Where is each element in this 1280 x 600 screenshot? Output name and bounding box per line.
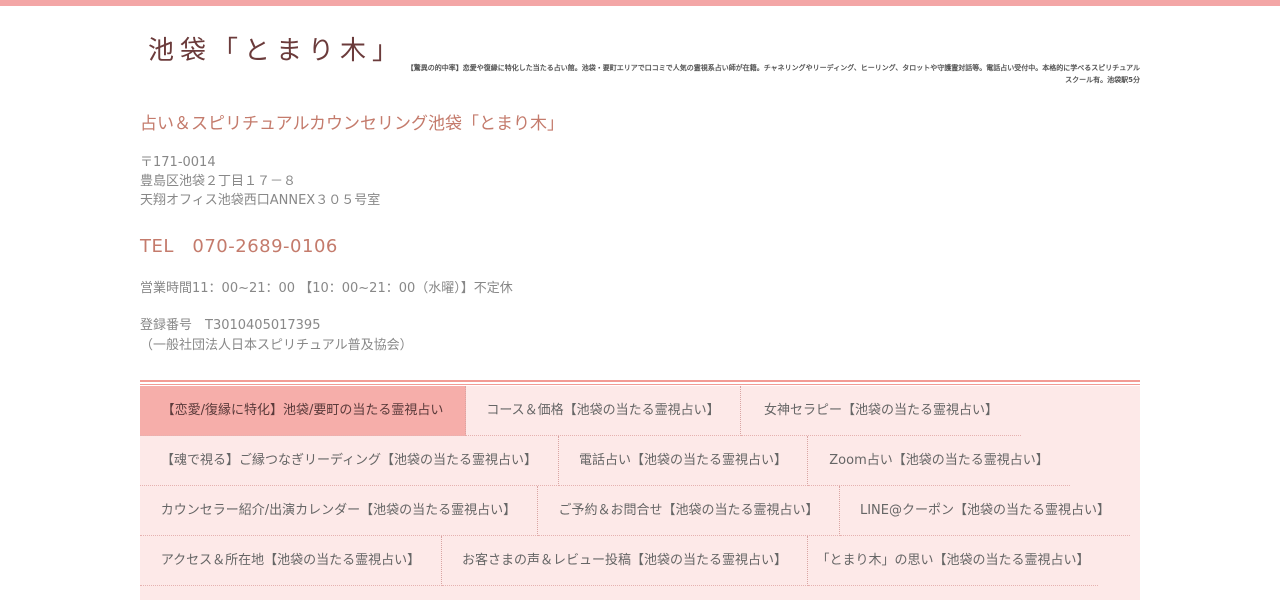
association-name: （一般社団法人日本スピリチュアル普及協会） (140, 338, 413, 353)
registration-block: 登録番号 T3010405017395 （一般社団法人日本スピリチュアル普及協会… (140, 316, 413, 356)
phone-number[interactable]: TEL 070-2689-0106 (140, 232, 338, 258)
nav-item-goddess-therapy[interactable]: 女神セラピー【池袋の当たる霊視占い】 (741, 386, 1021, 436)
nav-row-3: カウンセラー紹介/出演カレンダー【池袋の当たる霊視占い】 ご予約＆お問合せ【池袋… (140, 486, 1140, 536)
top-accent-bar (0, 0, 1280, 6)
nav-item-home[interactable]: 【恋愛/復縁に特化】池袋/要町の当たる霊視占い (140, 386, 466, 436)
nav-item-reservation[interactable]: ご予約＆お問合せ【池袋の当たる霊視占い】 (538, 486, 840, 536)
nav-divider-bottom (140, 384, 1140, 385)
postal-code: 〒171-0014 (140, 155, 216, 170)
page-title: 占い＆スピリチュアルカウンセリング池袋「とまり木」 (140, 114, 564, 134)
nav-item-zoom-reading[interactable]: Zoom占い【池袋の当たる霊視占い】 (808, 436, 1070, 486)
nav-row-2: 【魂で視る】ご縁つなぎリーディング【池袋の当たる霊視占い】 電話占い【池袋の当た… (140, 436, 1140, 486)
global-nav: 【恋愛/復縁に特化】池袋/要町の当たる霊視占い コース＆価格【池袋の当たる霊視占… (140, 386, 1140, 600)
registration-number: 登録番号 T3010405017395 (140, 318, 321, 333)
nav-item-counselors[interactable]: カウンセラー紹介/出演カレンダー【池袋の当たる霊視占い】 (140, 486, 538, 536)
nav-row-1: 【恋愛/復縁に特化】池袋/要町の当たる霊視占い コース＆価格【池袋の当たる霊視占… (140, 386, 1140, 436)
site-logo[interactable]: 池袋「とまり木」 (148, 30, 404, 67)
site-tagline: 【驚異の的中率】恋愛や復縁に特化した当たる占い館。池袋・要町エリアで口コミで人気… (406, 64, 1140, 84)
nav-item-course-price[interactable]: コース＆価格【池袋の当たる霊視占い】 (466, 386, 741, 436)
address-line-2: 天翔オフィス池袋西口ANNEX３０５号室 (140, 193, 381, 208)
address-line-1: 豊島区池袋２丁目１７－８ (140, 174, 297, 189)
nav-item-phone-reading[interactable]: 電話占い【池袋の当たる霊視占い】 (559, 436, 808, 486)
nav-divider-top (140, 380, 1140, 382)
nav-item-reading[interactable]: 【魂で視る】ご縁つなぎリーディング【池袋の当たる霊視占い】 (140, 436, 559, 486)
nav-item-reviews[interactable]: お客さまの声＆レビュー投稿【池袋の当たる霊視占い】 (442, 536, 808, 586)
nav-item-line-coupon[interactable]: LINE@クーポン【池袋の当たる霊視占い】 (840, 486, 1130, 536)
nav-item-philosophy[interactable]: 「とまり木」の思い【池袋の当たる霊視占い】 (808, 536, 1098, 586)
nav-item-access[interactable]: アクセス＆所在地【池袋の当たる霊視占い】 (140, 536, 442, 586)
nav-row-4: アクセス＆所在地【池袋の当たる霊視占い】 お客さまの声＆レビュー投稿【池袋の当た… (140, 536, 1140, 586)
business-hours: 営業時間11：00~21：00 【10：00~21：00（水曜）】不定休 (140, 281, 513, 296)
address-block: 〒171-0014 豊島区池袋２丁目１７－８ 天翔オフィス池袋西口ANNEX３０… (140, 153, 380, 210)
